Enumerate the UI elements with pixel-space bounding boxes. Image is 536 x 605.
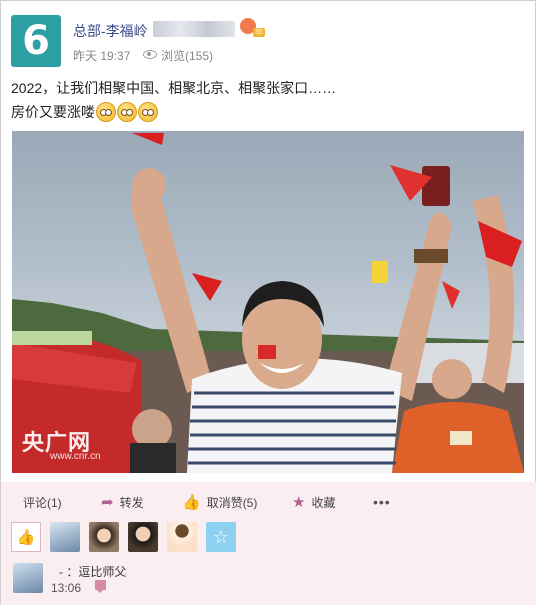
commenter-avatar[interactable] — [13, 563, 43, 593]
post-photo[interactable]: 央广网 www.cnr.cn — [12, 131, 524, 473]
post-text-line2-label: 房价又要涨喽 — [11, 104, 95, 120]
share-arrow-icon: ➦ — [101, 494, 114, 511]
liked-thumbs-up-icon: 👍 — [11, 522, 41, 552]
likers-row: 👍 ☆ — [11, 522, 236, 552]
emoji-icon — [96, 102, 116, 122]
post-time: 昨天 19:37 — [73, 49, 131, 63]
liker-avatar[interactable] — [128, 522, 158, 552]
eye-icon — [143, 50, 157, 59]
liker-avatar[interactable] — [89, 522, 119, 552]
blurred-username-suffix — [153, 21, 235, 37]
star-icon: ★ — [292, 494, 306, 511]
reply-icon[interactable] — [95, 580, 106, 593]
photo-watermark-url: www.cnr.cn — [50, 451, 101, 462]
thumbs-up-icon: 👍 — [182, 494, 201, 511]
liker-avatar[interactable]: ☆ — [206, 522, 236, 552]
comment-text: - ：逗比师父 — [59, 565, 127, 579]
post-card: 6 总部-李福岭 35 昨天 19:37 浏览(155) 2022，让我们相聚中… — [0, 0, 536, 605]
liker-avatar[interactable] — [167, 522, 197, 552]
emoji-icon — [117, 102, 137, 122]
level-badge: 35 — [253, 28, 265, 37]
username-link[interactable]: 总部-李福岭 — [73, 21, 148, 41]
favorite-button[interactable]: ★ 收藏 — [292, 494, 335, 511]
share-label: 转发 — [119, 496, 144, 510]
more-button[interactable]: ••• — [373, 494, 391, 510]
user-avatar[interactable]: 6 — [11, 15, 61, 67]
post-text-line2: 房价又要涨喽 — [11, 102, 158, 122]
view-count: 浏览(155) — [161, 49, 214, 63]
favorite-label: 收藏 — [311, 496, 336, 510]
interaction-panel: 评论(1) ➦ 转发 👍 取消赞(5) ★ 收藏 ••• 👍 ☆ - ：逗比师父… — [1, 482, 536, 605]
emoji-icon — [138, 102, 158, 122]
unlike-label: 取消赞(5) — [206, 496, 258, 510]
photo-illustration — [12, 133, 524, 473]
liker-avatar[interactable] — [50, 522, 80, 552]
share-button[interactable]: ➦ 转发 — [101, 494, 144, 511]
unlike-button[interactable]: 👍 取消赞(5) — [182, 494, 257, 511]
comment-button[interactable]: 评论(1) — [23, 494, 62, 511]
comment-label: 评论(1) — [23, 496, 62, 510]
comment-time: 13:06 — [51, 581, 82, 595]
post-text-line1: 2022，让我们相聚中国、相聚北京、相聚张家口…… — [11, 80, 337, 96]
avatar-number: 6 — [22, 18, 50, 64]
